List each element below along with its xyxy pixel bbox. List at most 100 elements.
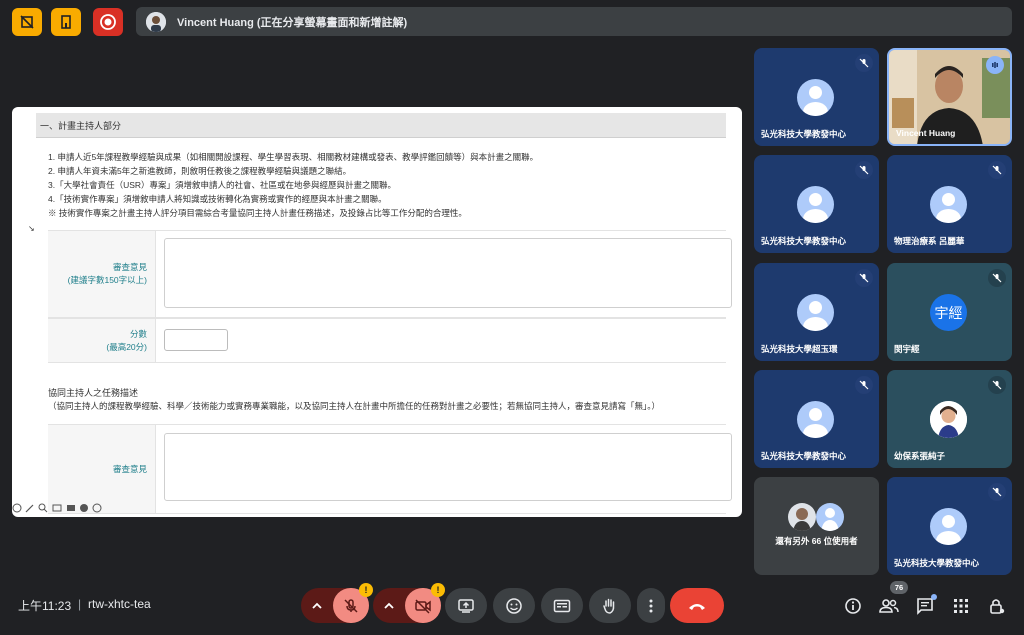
clock: 上午11:23 bbox=[18, 599, 72, 613]
leave-call-button[interactable] bbox=[670, 588, 724, 623]
participant-name: 物理治療系 呂麗華 bbox=[894, 236, 965, 246]
participant-tile[interactable]: 物理治療系 呂麗華 bbox=[887, 155, 1012, 253]
participant-name: 弘光科技大學超玉環 bbox=[761, 344, 838, 354]
camera-off-button[interactable]: ! bbox=[405, 583, 445, 623]
criteria-list: 1. 申請人近5年課程教學經驗與成果（如相關開設課程、學生學習表現、相關教材建構… bbox=[48, 150, 538, 220]
more-vert-icon bbox=[649, 599, 653, 612]
participant-name: Vincent Huang bbox=[896, 128, 956, 138]
present-screen-icon bbox=[458, 598, 474, 613]
criteria-item: 3.「大學社會責任（USR）專案」須增敘申請人的社會、社區或在地參與經歷與計畫之… bbox=[48, 180, 397, 190]
mic-off-icon bbox=[855, 269, 873, 287]
more-participants-label: 還有另外 66 位使用者 bbox=[775, 536, 858, 546]
meeting-details-button[interactable] bbox=[841, 594, 865, 618]
presenter-banner: Vincent Huang (正在分享螢幕畫面和新增註解) bbox=[136, 7, 1012, 36]
mic-off-icon bbox=[855, 54, 873, 72]
captions-icon bbox=[553, 599, 571, 612]
score-hint: (最高20分) bbox=[106, 341, 147, 352]
participant-tile[interactable]: 幼保系張純子 bbox=[887, 370, 1012, 468]
more-participants-tile[interactable]: 還有另外 66 位使用者 bbox=[754, 477, 879, 575]
review-hint: (建議字數150字以上) bbox=[67, 275, 147, 285]
chevron-up-icon[interactable] bbox=[383, 600, 395, 612]
participant-tile[interactable]: 弘光科技大學教發中心 bbox=[754, 48, 879, 146]
pin-off-icon-button[interactable] bbox=[12, 8, 42, 36]
mic-control[interactable]: ! bbox=[301, 583, 373, 623]
presenter-label: Vincent Huang (正在分享螢幕畫面和新增註解) bbox=[177, 16, 408, 29]
mic-off-icon bbox=[988, 269, 1006, 287]
review-label-2: 審查意見 bbox=[112, 463, 147, 474]
participant-name: 幼保系張純子 bbox=[894, 451, 946, 461]
recording-button[interactable] bbox=[93, 8, 123, 36]
warning-icon: ! bbox=[431, 583, 445, 597]
raise-hand-button[interactable] bbox=[589, 588, 631, 623]
activities-button[interactable] bbox=[949, 594, 973, 618]
criteria-item: 4.「技術實作專案」須增敘申請人將知識或技術轉化為實務或實作的經歷與本計畫之關聯… bbox=[48, 194, 387, 204]
avatar bbox=[816, 503, 844, 531]
review-textarea-2[interactable] bbox=[164, 433, 732, 501]
speaking-icon bbox=[986, 56, 1004, 74]
unpin-icon bbox=[20, 15, 34, 29]
participant-tile[interactable]: 弘光科技大學超玉環 bbox=[754, 263, 879, 361]
participant-name: 弘光科技大學教發中心 bbox=[761, 236, 847, 246]
meeting-code: rtw-xhtc-tea bbox=[88, 597, 151, 611]
participant-tile[interactable]: 宇經 閔宇經 bbox=[887, 263, 1012, 361]
mic-off-icon bbox=[344, 598, 358, 613]
avatar bbox=[797, 79, 834, 116]
review-label: 審查意見 bbox=[112, 262, 147, 272]
info-icon bbox=[845, 598, 861, 614]
chat-button[interactable] bbox=[913, 594, 937, 618]
participant-tile[interactable]: 弘光科技大學教發中心 bbox=[754, 155, 879, 253]
participant-name: 閔宇經 bbox=[894, 344, 920, 354]
present-button[interactable] bbox=[445, 588, 487, 623]
shared-screen[interactable]: 一、計畫主持人部分 1. 申請人近5年課程教學經驗與成果（如相關開設課程、學生學… bbox=[12, 107, 742, 517]
participant-name: 弘光科技大學教發中心 bbox=[761, 129, 847, 139]
hand-icon bbox=[603, 598, 615, 614]
host-controls-button[interactable] bbox=[985, 594, 1009, 618]
separator: | bbox=[78, 597, 82, 611]
participant-name: 弘光科技大學教發中心 bbox=[894, 558, 980, 568]
mic-off-icon bbox=[855, 161, 873, 179]
mic-off-icon bbox=[988, 376, 1006, 394]
cursor-mark: ↘ bbox=[28, 224, 35, 233]
record-icon bbox=[100, 14, 116, 30]
people-icon bbox=[879, 599, 899, 613]
lock-person-icon bbox=[990, 599, 1005, 614]
review-textarea[interactable] bbox=[164, 238, 732, 308]
review-row: 審查意見 (建議字數150字以上) bbox=[48, 230, 732, 318]
captions-button[interactable] bbox=[541, 588, 583, 623]
score-input[interactable] bbox=[164, 329, 228, 351]
co-host-title: 協同主持人之任務描述 bbox=[48, 388, 139, 398]
people-count-badge: 76 bbox=[890, 581, 908, 594]
avatar bbox=[930, 508, 967, 545]
warning-icon: ! bbox=[359, 583, 373, 597]
building-icon-button[interactable] bbox=[51, 8, 81, 36]
review-label-cell: 審查意見 (建議字數150字以上) bbox=[48, 231, 156, 317]
score-label-cell: 分數 (最高20分) bbox=[48, 319, 156, 362]
avatar bbox=[797, 186, 834, 223]
avatar bbox=[930, 186, 967, 223]
review-row-2: 審查意見 bbox=[48, 424, 732, 514]
criteria-item: 1. 申請人近5年課程教學經驗與成果（如相關開設課程、學生學習表現、相關教材建構… bbox=[48, 152, 539, 162]
building-icon bbox=[61, 15, 71, 29]
participant-tile-video[interactable]: Vincent Huang bbox=[887, 48, 1012, 146]
presenter-avatar bbox=[146, 11, 166, 32]
participant-tile[interactable]: 弘光科技大學教發中心 bbox=[887, 477, 1012, 575]
criteria-item: ※ 技術實作專案之計畫主持人評分項目需綜合考量協同主持人計畫任務描述，及投錄占比… bbox=[48, 208, 467, 218]
chevron-up-icon[interactable] bbox=[311, 600, 323, 612]
reactions-button[interactable] bbox=[493, 588, 535, 623]
participant-tile[interactable]: 弘光科技大學教發中心 bbox=[754, 370, 879, 468]
photo-avatar bbox=[930, 401, 967, 438]
co-host-desc: （協同主持人的課程教學經驗、科學／技術能力或實務專業職能，以及協同主持人在計畫中… bbox=[48, 401, 661, 411]
mic-off-icon bbox=[855, 376, 873, 394]
mic-off-button[interactable]: ! bbox=[333, 583, 373, 623]
people-button[interactable] bbox=[877, 594, 901, 618]
camera-control[interactable]: ! bbox=[373, 583, 445, 623]
criteria-item: 2. 申請人年資未滿5年之新進教師，則敘明任教後之課程教學經驗與議題之聯結。 bbox=[48, 166, 352, 176]
annotation-toolbar[interactable] bbox=[12, 503, 104, 515]
camera-off-icon bbox=[415, 598, 431, 614]
chat-icon bbox=[917, 598, 933, 615]
emoji-icon bbox=[506, 597, 522, 614]
mic-off-icon bbox=[988, 161, 1006, 179]
section-header: 一、計畫主持人部分 bbox=[36, 113, 726, 138]
more-options-button[interactable] bbox=[637, 588, 665, 623]
mic-off-icon bbox=[988, 483, 1006, 501]
